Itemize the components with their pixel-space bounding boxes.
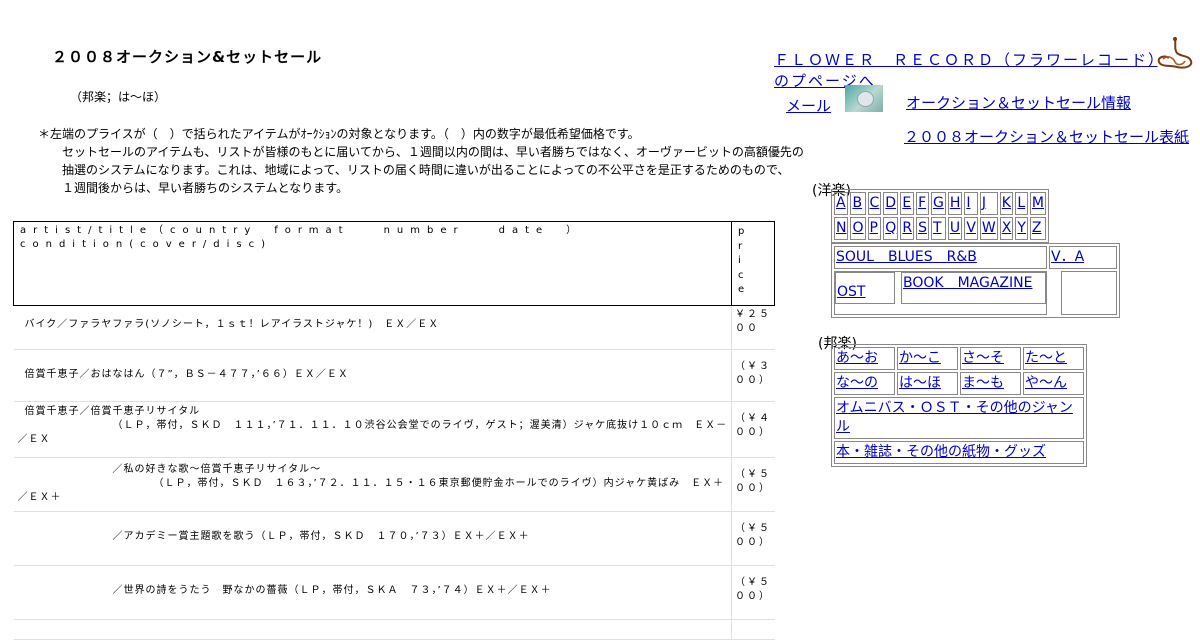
item-description: ／世界の詩をうたう 野なかの薔薇（ＬＰ，帯付，ＳＫＡ ７３，’７４）ＥＸ＋／ＥＸ… (13, 565, 732, 620)
index-letter-link[interactable]: H (950, 195, 961, 211)
item-title: ／世界の詩をうたう 野なかの薔薇（ＬＰ，帯付，ＳＫＡ ７３，’７４）ＥＸ＋／ＥＸ… (112, 585, 552, 596)
note-line-3: 抽選のシステムになります。これは、地域によって、リストの届く時間に違いが出ること… (62, 163, 790, 177)
index-letter-link[interactable]: Z (1032, 220, 1042, 236)
item-description: 倍賞千恵子／おはなはん（７”，ＢＳ－４７７，’６６）ＥＸ／ＥＸ (13, 349, 732, 402)
index-letter-link[interactable]: F (918, 195, 926, 211)
soul-blues-rb-link[interactable]: SOUL BLUES R&B (836, 249, 977, 265)
item-price: （￥５００） (731, 457, 775, 512)
item-title: 倍賞千恵子／倍賞千恵子リサイタル (24, 406, 201, 417)
index-letter-link[interactable]: W (982, 220, 996, 236)
auction-info-link[interactable]: オークション＆セットセール情報 (906, 92, 1131, 113)
index-letter-link[interactable]: J (982, 195, 986, 211)
table-row: ／私の好きな歌～倍賞千恵子リサイタル～ （ＬＰ，帯付，ＳＫＤ １６３，’７２．１１… (13, 457, 775, 512)
item-details: （ＬＰ，帯付，ＳＫＤ １６３，’７２．１１．１５・１６東京郵便貯金ホールでのライ… (17, 478, 725, 503)
table-header: artist/title（country format number date … (13, 221, 732, 306)
index-letter-link[interactable]: A (836, 195, 846, 211)
index-letter-link[interactable]: L (1017, 195, 1025, 211)
index-letter-link[interactable]: T (933, 220, 942, 236)
kana-row-2: な～の は～ほ ま～も や～ん (834, 372, 1084, 395)
item-price: （￥３００） (731, 349, 775, 402)
japanese-index-table: あ～お か～こ さ～そ た～と な～の は～ほ ま～も や～ん オムニバス・ＯＳＴ・その他の… (831, 344, 1087, 467)
item-title: ／アカデミー賞主題歌を歌う（ＬＰ，帯付，ＳＫＤ １７０，’７３）ＥＸ＋／ＥＸ＋ (112, 531, 530, 542)
index-letter-link[interactable]: Q (885, 220, 896, 236)
table-row: バイク／ファラヤファラ(ソノシート，１ｓｔ！レアイラストジャケ！) ＥＸ／ＥＸ … (13, 305, 775, 350)
index-letter-link[interactable]: V (966, 220, 976, 236)
item-price: ￥２５００ (731, 305, 775, 350)
index-letter-link[interactable]: N (836, 220, 846, 236)
kana-range-link[interactable]: な～の (836, 375, 878, 391)
index-letter-link[interactable]: O (852, 220, 863, 236)
index-letter-link[interactable]: K (1002, 195, 1011, 211)
auction-notes: ＊左端のプライスが（ ）で括られたアイテムがｵｰｸｼｮﾝの対象となります。（ ）… (38, 125, 878, 197)
price-header: price (731, 221, 775, 306)
omnibus-ost-other-link[interactable]: オムニバス・ＯＳＴ・その他のジャンル (836, 400, 1073, 435)
book-magazine-link[interactable]: BOOK MAGAZINE (903, 275, 1032, 291)
item-title: バイク／ファラヤファラ(ソノシート，１ｓｔ！レアイラストジャケ！) ＥＸ／ＥＸ (24, 319, 440, 330)
note-line-2: セットセールのアイテムも、リストが皆様のもとに届いてから、１週間以内の間は、早い… (62, 145, 804, 159)
flower-record-home-link[interactable]: ＦＬＯＷＥＲ ＲＥＣＯＲＤ（フラワーレコード）のプページへ (774, 50, 1164, 92)
index-letter-link[interactable]: M (1032, 195, 1044, 211)
letters-row-n-z: NOPQRSTUVWXYZ (834, 217, 1047, 240)
note-line-4: １週間後からは、早い者勝ちのシステムとなります。 (62, 181, 349, 195)
index-letter-link[interactable]: E (902, 195, 911, 211)
index-letter-link[interactable]: X (1002, 220, 1012, 236)
index-letter-link[interactable]: P (870, 220, 878, 236)
table-row: ／世界の詩をうたう 野なかの薔薇（ＬＰ，帯付，ＳＫＡ ７３，’７４）ＥＸ＋／ＥＸ… (13, 565, 775, 620)
table-header-row: artist/title（country format number date … (13, 221, 775, 306)
kana-range-link[interactable]: た～と (1025, 350, 1067, 366)
item-price: （￥５００） (731, 565, 775, 620)
western-index-table: ABCDEFGHIJKLM NOPQRSTUVWXYZ (831, 189, 1050, 243)
flower-logo-icon (1157, 36, 1193, 69)
va-link[interactable]: V．A (1051, 249, 1084, 265)
western-genre-table: SOUL BLUES R&B V．A OST BOOK MAGAZINE (831, 243, 1120, 318)
index-letter-link[interactable]: D (885, 195, 896, 211)
record-list-table: artist/title（country format number date … (13, 221, 775, 640)
ost-link[interactable]: OST (837, 284, 865, 300)
index-letter-link[interactable]: I (966, 195, 970, 211)
kana-row-1: あ～お か～こ さ～そ た～と (834, 347, 1084, 370)
table-row: ／アカデミー賞主題歌を歌う（ＬＰ，帯付，ＳＫＤ １７０，’７３）ＥＸ＋／ＥＸ＋ … (13, 511, 775, 566)
note-line-1: ＊左端のプライスが（ ）で括られたアイテムがｵｰｸｼｮﾝの対象となります。（ ）… (38, 127, 640, 141)
item-title: 倍賞千恵子／おはなはん（７”，ＢＳ－４７７，’６６）ＥＸ／ＥＸ (24, 369, 349, 380)
index-letter-link[interactable]: Y (1017, 220, 1026, 236)
page-title: ２００８オークション&セットセール (52, 48, 323, 66)
section-subtitle: （邦楽；は～ほ） (70, 90, 167, 104)
kana-range-link[interactable]: ま～も (962, 375, 1004, 391)
cd-icon[interactable] (845, 85, 883, 112)
mail-link[interactable]: メール (786, 95, 831, 116)
index-letter-link[interactable]: C (870, 195, 880, 211)
kana-range-link[interactable]: か～こ (899, 350, 941, 366)
item-title: ／私の好きな歌～倍賞千恵子リサイタル～ (112, 464, 322, 475)
index-letter-link[interactable]: R (902, 220, 912, 236)
item-description: ／アカデミー賞主題歌を歌う（ＬＰ，帯付，ＳＫＤ １７０，’７３）ＥＸ＋／ＥＸ＋ (13, 511, 732, 566)
item-description: 倍賞千恵子／倍賞千恵子リサイタル （ＬＰ，帯付，ＳＫＤ １１１，’７１．１１．１０… (13, 401, 732, 458)
kana-range-link[interactable]: は～ほ (899, 375, 941, 391)
letters-row-a-m: ABCDEFGHIJKLM (834, 192, 1047, 215)
item-price: （￥５００） (731, 511, 775, 566)
item-description: バイク／ファラヤファラ(ソノシート，１ｓｔ！レアイラストジャケ！) ＥＸ／ＥＸ (13, 305, 732, 350)
table-row: 倍賞千恵子／倍賞千恵子リサイタル （ＬＰ，帯付，ＳＫＤ １１１，’７１．１１．１０… (13, 401, 775, 458)
books-magazines-goods-link[interactable]: 本・雑誌・その他の紙物・グッズ (836, 444, 1046, 460)
index-letter-link[interactable]: U (950, 220, 960, 236)
kana-range-link[interactable]: や～ん (1025, 375, 1067, 391)
auction-2008-cover-link[interactable]: ２００８オークション＆セットセール表紙 (904, 127, 1196, 148)
price-header-text: price (738, 226, 745, 295)
table-row: 倍賞千恵子／おはなはん（７”，ＢＳ－４７７，’６６）ＥＸ／ＥＸ （￥３００） (13, 349, 775, 402)
index-letter-link[interactable]: B (852, 195, 862, 211)
index-letter-link[interactable]: S (918, 220, 927, 236)
kana-range-link[interactable]: あ～お (836, 350, 878, 366)
item-price: （￥４００） (731, 401, 775, 458)
item-description: ／私の好きな歌～倍賞千恵子リサイタル～ （ＬＰ，帯付，ＳＫＤ １６３，’７２．１１… (13, 457, 732, 512)
index-letter-link[interactable]: G (933, 195, 944, 211)
kana-range-link[interactable]: さ～そ (962, 350, 1004, 366)
item-details: （ＬＰ，帯付，ＳＫＤ １１１，’７１．１１．１０渋谷公会堂でのライヴ，ゲスト；渥… (17, 420, 728, 445)
